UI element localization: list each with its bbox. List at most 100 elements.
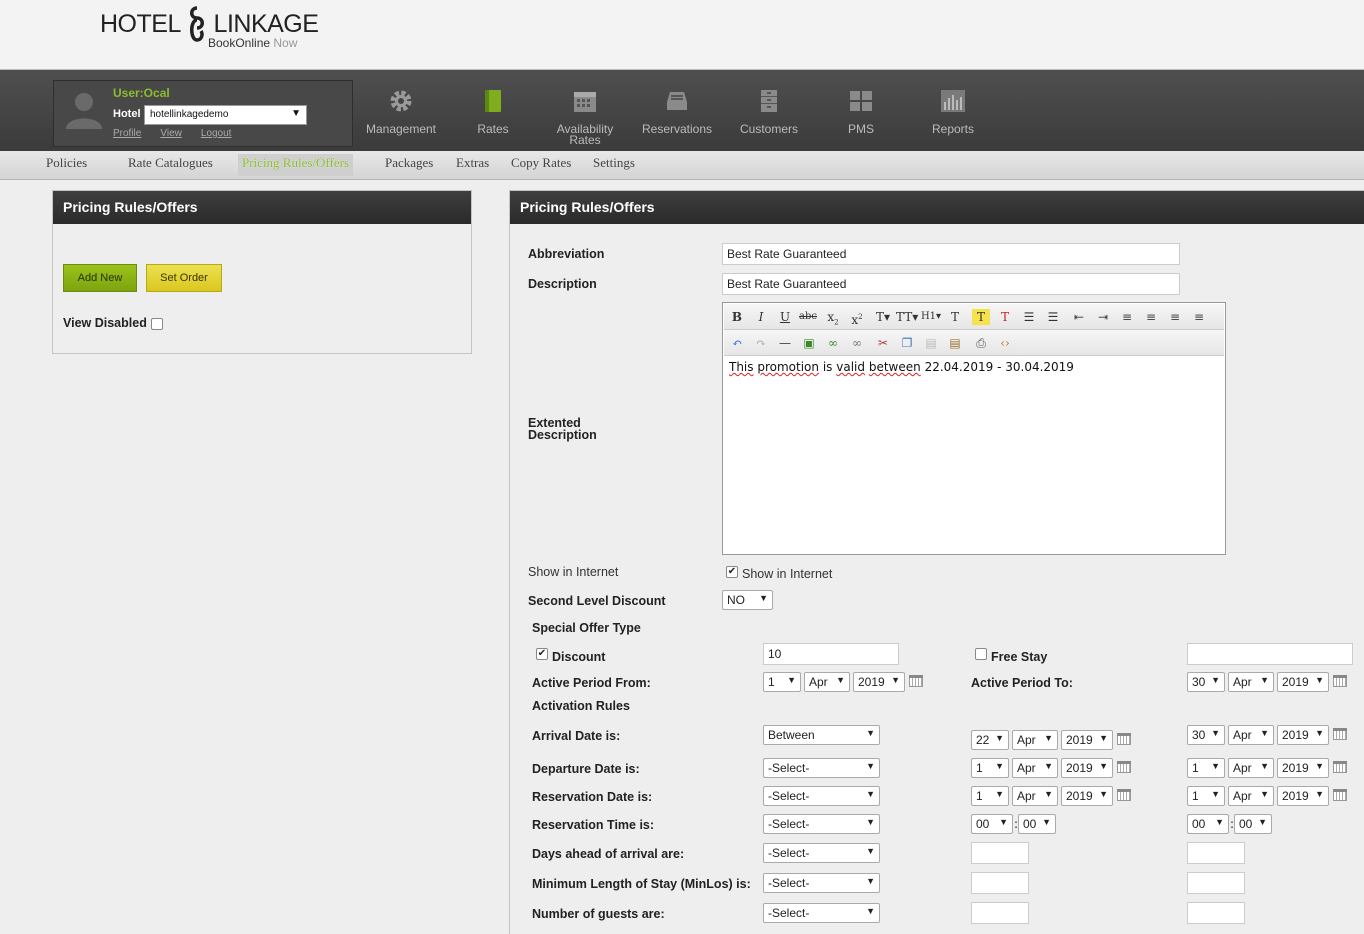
font-size-icon[interactable]: TT▾: [896, 309, 918, 325]
hotel-linkage-logo[interactable]: HOTEL LINKAGE BookOnline Now: [100, 6, 319, 50]
hotel-select[interactable]: hotellinkagedemo ▼: [144, 105, 307, 125]
align-right-icon[interactable]: ≡: [1166, 309, 1184, 325]
arrival-from-day-select[interactable]: 22 ▼: [971, 730, 1009, 750]
strikethrough-icon[interactable]: abc: [799, 309, 817, 325]
active-to-month-select[interactable]: Apr ▼: [1228, 672, 1274, 692]
second-level-discount-select[interactable]: NO ▼: [722, 590, 773, 610]
unlink-icon[interactable]: ∞: [848, 335, 866, 351]
arrival-date-operator-select[interactable]: Between ▼: [763, 725, 880, 745]
reservation-time-from-minute-select[interactable]: 00 ▼: [1018, 814, 1056, 834]
reservation-to-year-select[interactable]: 2019 ▼: [1277, 786, 1329, 806]
guests-from-input[interactable]: [971, 902, 1029, 924]
departure-to-month-select[interactable]: Apr ▼: [1228, 758, 1274, 778]
free-stay-input[interactable]: [1187, 643, 1353, 665]
active-from-day-select[interactable]: 1 ▼: [763, 672, 801, 692]
reservation-time-operator-select[interactable]: -Select- ▼: [763, 814, 880, 834]
departure-from-month-select[interactable]: Apr ▼: [1012, 758, 1058, 778]
reservation-date-operator-select[interactable]: -Select- ▼: [763, 786, 880, 806]
nav-availability-rates[interactable]: Availability Rates: [539, 88, 631, 146]
profile-link[interactable]: Profile: [113, 128, 141, 139]
departure-date-operator-select[interactable]: -Select- ▼: [763, 758, 880, 778]
reservation-to-month-select[interactable]: Apr ▼: [1228, 786, 1274, 806]
align-justify-icon[interactable]: ≡: [1190, 309, 1208, 325]
add-new-button[interactable]: Add New: [63, 264, 137, 292]
min-los-to-input[interactable]: [1187, 872, 1245, 894]
departure-from-day-select[interactable]: 1 ▼: [971, 758, 1009, 778]
extended-description-editor[interactable]: B I U abc x2 x2 T▾ TT▾ H1▾ T T T ☰ ☰ ⇤ ⇥…: [722, 302, 1226, 555]
active-to-year-select[interactable]: 2019 ▼: [1277, 672, 1329, 692]
reservation-time-to-hour-select[interactable]: 00 ▼: [1187, 814, 1229, 834]
discount-input[interactable]: 10: [763, 643, 899, 665]
align-center-icon[interactable]: ≡: [1142, 309, 1160, 325]
arrival-from-month-select[interactable]: Apr ▼: [1012, 730, 1058, 750]
paste-text-icon[interactable]: ▤: [946, 335, 964, 351]
min-los-operator-select[interactable]: -Select- ▼: [763, 873, 880, 893]
days-ahead-to-input[interactable]: [1187, 842, 1245, 864]
min-los-from-input[interactable]: [971, 872, 1029, 894]
subnav-settings[interactable]: Settings: [593, 155, 635, 171]
reservation-from-year-select[interactable]: 2019 ▼: [1061, 786, 1113, 806]
source-code-icon[interactable]: ‹›: [996, 335, 1014, 351]
font-family-icon[interactable]: T▾: [874, 309, 892, 325]
highlight-icon[interactable]: T: [972, 309, 990, 325]
departure-from-year-select[interactable]: 2019 ▼: [1061, 758, 1113, 778]
superscript-icon[interactable]: x2: [848, 309, 866, 327]
calendar-icon[interactable]: [1333, 761, 1347, 773]
set-order-button[interactable]: Set Order: [146, 264, 222, 292]
nav-reports[interactable]: Reports: [907, 88, 999, 135]
editor-content[interactable]: This promotion is valid between 22.04.20…: [729, 360, 1074, 374]
cut-icon[interactable]: ✂: [874, 335, 892, 351]
subnav-rate-catalogues[interactable]: Rate Catalogues: [128, 155, 213, 171]
active-to-day-select[interactable]: 30 ▼: [1187, 672, 1225, 692]
guests-operator-select[interactable]: -Select- ▼: [763, 903, 880, 923]
subscript-icon[interactable]: x2: [824, 309, 842, 326]
active-from-month-select[interactable]: Apr ▼: [804, 672, 850, 692]
print-icon[interactable]: ⎙: [972, 335, 990, 351]
copy-icon[interactable]: ❐: [898, 335, 916, 351]
active-from-year-select[interactable]: 2019 ▼: [853, 672, 905, 692]
calendar-icon[interactable]: [1333, 675, 1347, 687]
outdent-icon[interactable]: ⇤: [1070, 309, 1088, 325]
underline-icon[interactable]: U: [776, 309, 794, 325]
nav-pms[interactable]: PMS: [815, 88, 907, 135]
reservation-from-day-select[interactable]: 1 ▼: [971, 786, 1009, 806]
align-left-icon[interactable]: ≡: [1118, 309, 1136, 325]
undo-icon[interactable]: ↶: [728, 335, 746, 351]
calendar-icon[interactable]: [909, 675, 923, 687]
italic-icon[interactable]: I: [752, 309, 770, 325]
reservation-time-from-hour-select[interactable]: 00 ▼: [971, 814, 1013, 834]
heading-icon[interactable]: H1▾: [920, 309, 942, 325]
subnav-policies[interactable]: Policies: [46, 155, 87, 171]
reservation-to-day-select[interactable]: 1 ▼: [1187, 786, 1225, 806]
nav-rates[interactable]: Rates: [447, 88, 539, 135]
calendar-icon[interactable]: [1117, 761, 1131, 773]
link-icon[interactable]: ∞: [824, 335, 842, 351]
view-disabled-checkbox[interactable]: [151, 318, 163, 330]
days-ahead-from-input[interactable]: [971, 842, 1029, 864]
guests-to-input[interactable]: [1187, 902, 1245, 924]
subnav-extras[interactable]: Extras: [456, 155, 489, 171]
arrival-to-day-select[interactable]: 30 ▼: [1187, 725, 1225, 745]
numbered-list-icon[interactable]: ☰: [1044, 309, 1062, 325]
show-internet-checkbox[interactable]: ✔: [726, 566, 738, 578]
nav-customers[interactable]: Customers: [723, 88, 815, 135]
bold-icon[interactable]: B: [728, 309, 746, 325]
calendar-icon[interactable]: [1117, 789, 1131, 801]
view-link[interactable]: View: [160, 128, 182, 139]
bullet-list-icon[interactable]: ☰: [1020, 309, 1038, 325]
subnav-pricing-rules-offers[interactable]: Pricing Rules/Offers: [238, 154, 353, 176]
calendar-icon[interactable]: [1333, 728, 1347, 740]
subnav-packages[interactable]: Packages: [385, 155, 433, 171]
paste-icon[interactable]: ▤: [922, 335, 940, 351]
text-color-icon[interactable]: T: [946, 309, 964, 325]
clear-format-icon[interactable]: T: [996, 309, 1014, 325]
arrival-to-month-select[interactable]: Apr ▼: [1228, 725, 1274, 745]
horizontal-rule-icon[interactable]: —: [776, 335, 794, 351]
calendar-icon[interactable]: [1333, 789, 1347, 801]
indent-icon[interactable]: ⇥: [1094, 309, 1112, 325]
arrival-from-year-select[interactable]: 2019 ▼: [1061, 730, 1113, 750]
calendar-icon[interactable]: [1117, 733, 1131, 745]
departure-to-year-select[interactable]: 2019 ▼: [1277, 758, 1329, 778]
days-ahead-operator-select[interactable]: -Select- ▼: [763, 843, 880, 863]
free-stay-checkbox[interactable]: [975, 648, 987, 660]
